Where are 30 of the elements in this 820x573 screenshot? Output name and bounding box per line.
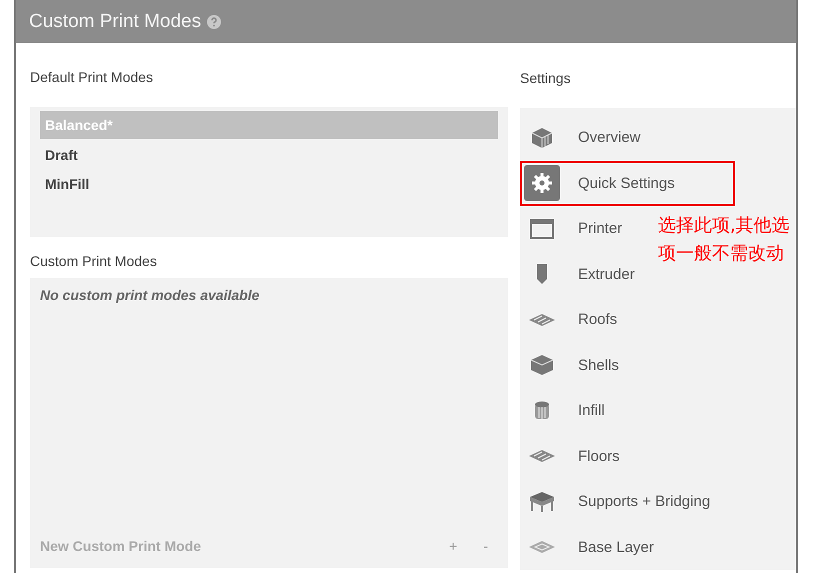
settings-item[interactable]: Base Layer <box>520 524 660 570</box>
table-icon <box>529 490 555 513</box>
section-label: Default Print Modes <box>30 69 154 87</box>
settings-item[interactable]: Supports + Bridging <box>520 479 716 524</box>
window-icon <box>530 218 554 239</box>
layer-icon <box>528 540 556 554</box>
empty-message: No custom print modes available <box>40 287 260 303</box>
layers-icon <box>528 449 556 464</box>
print-mode-item[interactable]: MinFill <box>40 170 498 199</box>
settings-item[interactable]: Infill <box>520 388 611 434</box>
settings-item[interactable]: Quick Settings <box>520 160 735 206</box>
section-label: Settings <box>520 70 572 88</box>
layers-icon <box>528 312 556 327</box>
new-mode-label: New Custom Print Mode <box>40 538 202 554</box>
cube-icon <box>530 126 554 150</box>
annotation-text: 选择此项,其他选 项一般不需改动 <box>658 214 790 266</box>
settings-item[interactable]: Roofs <box>520 297 624 342</box>
cylinder-icon <box>534 400 550 421</box>
settings-item[interactable]: Floors <box>520 434 626 479</box>
box-icon <box>530 354 554 376</box>
settings-item[interactable]: Extruder <box>520 252 641 297</box>
print-mode-item[interactable]: Draft <box>40 141 498 170</box>
help-icon[interactable] <box>207 14 222 28</box>
section-label: Custom Print Modes <box>30 253 158 271</box>
nozzle-icon <box>537 264 547 284</box>
settings-item[interactable]: Overview <box>520 115 647 160</box>
window-title: Custom Print Modes <box>29 10 202 32</box>
settings-item[interactable]: Shells <box>520 342 625 388</box>
settings-item[interactable]: Printer <box>520 206 628 252</box>
gear-icon <box>530 171 554 196</box>
